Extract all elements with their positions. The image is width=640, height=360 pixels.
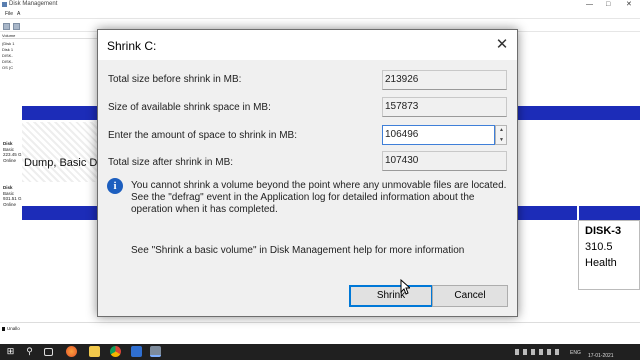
shrink-dialog: Shrink C: ✕ Total size before shrink in … — [97, 29, 518, 317]
list-item[interactable]: Disk 1 — [2, 47, 13, 52]
partition-name: DISK-3 — [585, 225, 622, 237]
volume-column-header[interactable]: Volume — [2, 33, 97, 39]
tray-icons[interactable] — [515, 349, 559, 355]
info-icon: i — [107, 178, 123, 194]
cancel-button[interactable]: Cancel — [432, 285, 508, 307]
firefox-icon[interactable] — [66, 346, 77, 357]
partition-divider — [577, 206, 579, 220]
partition-status: Health — [585, 257, 617, 269]
amount-label: Enter the amount of space to shrink in M… — [108, 130, 297, 141]
start-icon[interactable]: ⊞ — [5, 346, 16, 357]
disk-size: 931.51 G — [3, 196, 22, 201]
total-before-label: Total size before shrink in MB: — [108, 74, 242, 85]
list-item[interactable]: (Disk 1 — [2, 41, 14, 46]
disk-status: Online — [3, 157, 17, 163]
menu-file[interactable]: File — [5, 9, 13, 19]
search-icon[interactable]: ⚲ — [24, 346, 35, 357]
disk-management-icon[interactable] — [150, 346, 161, 357]
volume-list: Volume (Disk 1 Disk 1 DISK- DISK- OS (C — [0, 33, 100, 83]
total-before-field: 213926 — [382, 70, 507, 90]
unallocated-legend-label: Unallo — [7, 326, 20, 331]
menu-action[interactable]: A — [17, 9, 20, 19]
list-item[interactable]: DISK- — [2, 59, 13, 64]
partition-size: 310.5 — [585, 241, 613, 253]
window-titlebar: Disk Management — □ ✕ — [0, 0, 640, 9]
task-view-icon[interactable] — [44, 348, 53, 356]
shrink-button[interactable]: Shrink — [349, 285, 433, 307]
unallocated-legend-swatch — [2, 327, 5, 331]
total-after-field: 107430 — [382, 151, 507, 171]
close-icon[interactable]: ✕ — [491, 35, 513, 55]
partition-box-right[interactable]: DISK-3 310.5 Health — [578, 220, 640, 290]
app-icon[interactable] — [131, 346, 142, 357]
list-item[interactable]: OS (C — [2, 65, 13, 70]
partition-dump-label: Dump, Basic D — [24, 157, 98, 169]
minimize-button[interactable]: — — [586, 0, 593, 9]
disk-status: Online — [3, 201, 17, 207]
list-item[interactable]: DISK- — [2, 53, 13, 58]
spin-down-icon[interactable]: ▼ — [499, 138, 504, 143]
available-field: 157873 — [382, 97, 507, 117]
menu-bar: File A — [0, 9, 640, 19]
disk1-label[interactable]: Disk Basic 931.51 G Online — [3, 185, 23, 207]
app-icon — [2, 2, 7, 7]
amount-spinner[interactable]: ▲ ▼ — [495, 125, 507, 145]
spin-up-icon[interactable]: ▲ — [499, 128, 504, 133]
tray-date[interactable]: 17-01-2021 — [588, 353, 614, 359]
chrome-icon[interactable] — [110, 346, 121, 357]
dialog-title: Shrink C: — [107, 39, 157, 53]
available-label: Size of available shrink space in MB: — [108, 102, 271, 113]
mouse-cursor-icon — [400, 279, 410, 295]
back-icon[interactable] — [3, 23, 10, 30]
disk0-label[interactable]: Disk Basic 223.45 G Online — [3, 141, 23, 163]
window-title: Disk Management — [9, 1, 58, 7]
info-text: You cannot shrink a volume beyond the po… — [131, 180, 507, 215]
maximize-button[interactable]: □ — [606, 0, 610, 9]
dialog-titlebar: Shrink C: ✕ — [98, 30, 517, 60]
shrink-amount-input[interactable]: 106496 — [382, 125, 495, 145]
tray-lang[interactable]: ENG — [570, 350, 581, 356]
partition-hatch[interactable] — [22, 122, 102, 182]
total-after-label: Total size after shrink in MB: — [108, 157, 234, 168]
close-window-button[interactable]: ✕ — [626, 0, 632, 9]
file-explorer-icon[interactable] — [89, 346, 100, 357]
legend-bar — [0, 322, 640, 344]
disk-size: 223.45 G — [3, 152, 22, 157]
help-text: See "Shrink a basic volume" in Disk Mana… — [131, 245, 465, 256]
forward-icon[interactable] — [13, 23, 20, 30]
